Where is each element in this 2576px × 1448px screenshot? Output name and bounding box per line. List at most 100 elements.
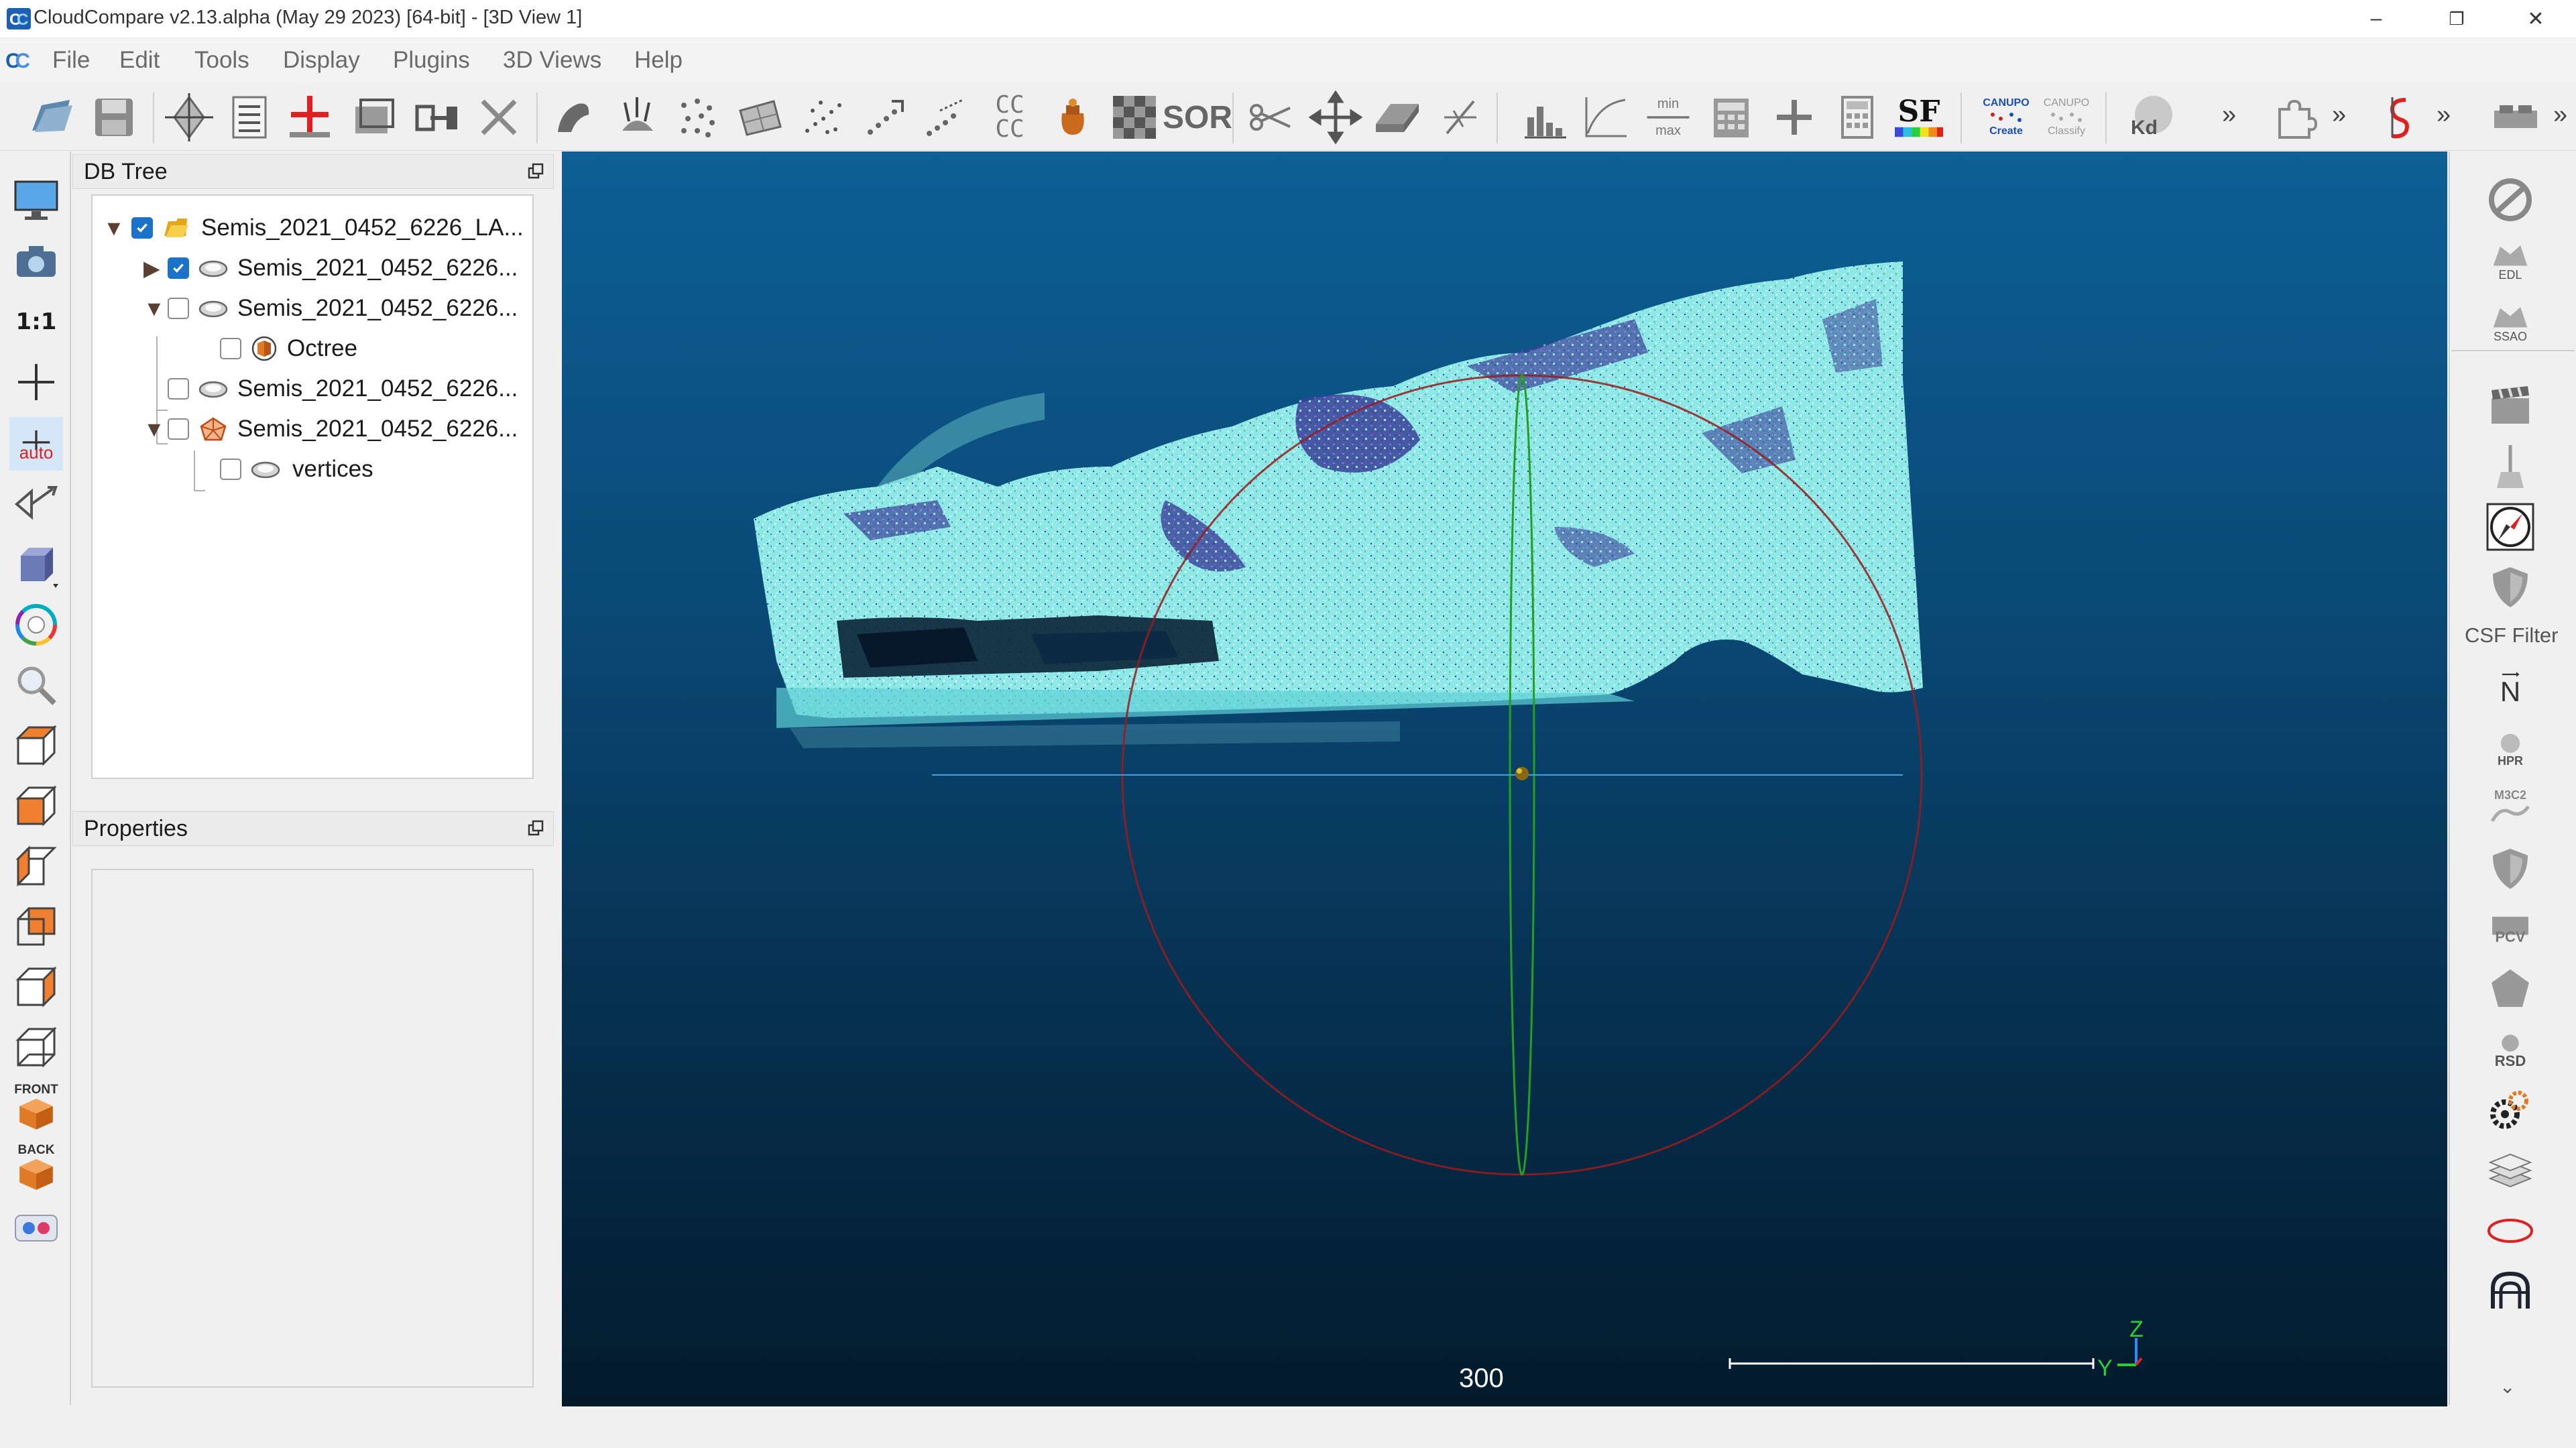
pivot-icon[interactable]	[9, 355, 63, 409]
tree-item-mesh[interactable]: ▼ Semis_2021_0452_6226...	[143, 410, 518, 448]
broom-icon[interactable]	[2482, 438, 2538, 495]
monitor-icon[interactable]	[9, 173, 63, 227]
collapse-triangle-icon[interactable]: ▼	[103, 216, 127, 241]
delete-icon[interactable]	[471, 89, 527, 145]
tree-item-cloud-2[interactable]: ▼ Semis_2021_0452_6226...	[143, 290, 518, 327]
menu-file[interactable]: File	[52, 47, 90, 74]
register-icon[interactable]	[857, 89, 913, 145]
cloudcompare-menu-icon[interactable]: C C	[5, 48, 32, 72]
normals-icon[interactable]	[609, 89, 665, 145]
menu-edit[interactable]: Edit	[119, 47, 160, 74]
checker-icon[interactable]	[1106, 89, 1163, 145]
back-view-icon[interactable]	[9, 900, 63, 953]
translate-icon[interactable]	[1307, 89, 1364, 145]
calc-icon[interactable]	[1829, 89, 1885, 145]
float-panel-icon[interactable]	[528, 820, 544, 836]
histogram-icon[interactable]	[1517, 89, 1573, 145]
float-panel-icon[interactable]	[528, 163, 544, 179]
visibility-checkbox[interactable]	[131, 217, 153, 239]
minimize-button[interactable]: –	[2336, 0, 2416, 38]
list-icon[interactable]	[221, 89, 278, 145]
csf-shield-icon[interactable]	[2482, 559, 2538, 615]
tree-item-vertices[interactable]: vertices	[220, 450, 373, 488]
clapper-icon[interactable]	[2482, 377, 2538, 433]
hpr-button[interactable]: HPR	[2482, 720, 2538, 776]
visibility-checkbox[interactable]	[168, 378, 189, 400]
kd-icon[interactable]: Kd	[2121, 89, 2178, 145]
add-point-icon[interactable]	[282, 89, 338, 145]
3d-view[interactable]: 300 Z Y	[562, 152, 2447, 1406]
cc-text-icon[interactable]: CC CC	[982, 89, 1038, 145]
tree-item-cloud-3[interactable]: Semis_2021_0452_6226...	[168, 370, 518, 408]
ssao-shader-button[interactable]: SSAO	[2482, 295, 2538, 351]
layers-icon[interactable]	[2482, 1142, 2538, 1199]
visibility-checkbox[interactable]	[168, 257, 189, 279]
menu-3d-views[interactable]: 3D Views	[503, 47, 601, 74]
toolbar-more-3[interactable]: »	[2437, 101, 2451, 129]
compass-icon[interactable]	[2482, 499, 2538, 555]
pcv-button[interactable]: PCV	[2482, 901, 2538, 957]
menu-tools[interactable]: Tools	[194, 47, 249, 74]
point-picking-icon[interactable]	[161, 89, 217, 145]
sor-icon[interactable]: SOR	[1163, 89, 1232, 145]
puzzle-icon[interactable]	[2266, 89, 2323, 145]
menu-display[interactable]: Display	[283, 47, 360, 74]
tree-item-cloud-1[interactable]: ▶ Semis_2021_0452_6226...	[143, 249, 518, 287]
close-button[interactable]: ✕	[2496, 0, 2576, 38]
no-entry-icon[interactable]	[2482, 172, 2538, 228]
edl-shader-button[interactable]: EDL	[2482, 233, 2538, 290]
shield-icon[interactable]	[2482, 841, 2538, 897]
collapse-triangle-icon[interactable]: ▼	[143, 417, 168, 442]
visibility-checkbox[interactable]	[168, 418, 189, 440]
zoom-1-to-1-button[interactable]: 1:1	[9, 295, 63, 349]
arch-icon[interactable]	[2482, 1263, 2538, 1319]
collapse-triangle-icon[interactable]: ▼	[143, 296, 168, 321]
pot-icon[interactable]	[1045, 89, 1101, 145]
ellipse-icon[interactable]	[2482, 1203, 2538, 1259]
color-wheel-icon[interactable]	[9, 598, 63, 652]
robot-icon[interactable]	[2487, 89, 2544, 145]
right-toolbar-more[interactable]: ⌄	[2500, 1376, 2515, 1398]
m3c2-button[interactable]: M3C2	[2482, 780, 2538, 837]
save-icon[interactable]	[86, 89, 142, 145]
merge-icon[interactable]	[409, 89, 465, 145]
tree-item-octree[interactable]: Octree	[220, 330, 357, 367]
menu-help[interactable]: Help	[634, 47, 683, 74]
gears-icon[interactable]	[2482, 1082, 2538, 1138]
visibility-checkbox[interactable]	[220, 338, 241, 359]
bottom-view-icon[interactable]	[9, 1020, 63, 1074]
tree-item-root[interactable]: ▼ Semis_2021_0452_6226_LA...	[103, 209, 524, 247]
magnifier-icon[interactable]	[9, 658, 63, 712]
sample-icon[interactable]	[546, 89, 602, 145]
perspective-icon[interactable]	[9, 477, 63, 531]
toolbar-more-2[interactable]: »	[2332, 101, 2346, 129]
menu-plugins[interactable]: Plugins	[393, 47, 470, 74]
north-arrow-button[interactable]: N	[2482, 660, 2538, 716]
front-iso-view-button[interactable]: FRONT	[9, 1081, 63, 1134]
left-view-icon[interactable]	[9, 839, 63, 893]
rsd-button[interactable]: RSD	[2482, 1022, 2538, 1078]
open-icon[interactable]	[24, 89, 80, 145]
toolbar-more-4[interactable]: »	[2553, 101, 2567, 129]
top-view-icon[interactable]	[9, 719, 63, 772]
maximize-button[interactable]: ❐	[2416, 0, 2497, 38]
camera-icon[interactable]	[9, 235, 63, 288]
min-max-icon[interactable]: min max	[1640, 89, 1696, 145]
crop-icon[interactable]	[346, 89, 402, 145]
noise-icon[interactable]	[795, 89, 852, 145]
visibility-checkbox[interactable]	[168, 298, 189, 319]
canupo-classify-icon[interactable]: CANUPO Classify	[2038, 89, 2095, 145]
back-iso-view-button[interactable]: BACK	[9, 1141, 63, 1195]
expand-triangle-icon[interactable]: ▶	[143, 255, 168, 281]
scissors-icon[interactable]	[1243, 89, 1299, 145]
distance-icon[interactable]	[919, 89, 975, 145]
subsample-icon[interactable]	[669, 89, 725, 145]
mesh-icon[interactable]	[732, 89, 788, 145]
calculator-icon[interactable]	[1703, 89, 1759, 145]
plane-icon[interactable]	[1369, 89, 1425, 145]
visibility-checkbox[interactable]	[220, 459, 241, 480]
polygon-icon[interactable]	[2482, 961, 2538, 1018]
s-curve-icon[interactable]	[2371, 89, 2427, 145]
section-icon[interactable]	[1432, 89, 1488, 145]
curve-icon[interactable]	[1577, 89, 1633, 145]
